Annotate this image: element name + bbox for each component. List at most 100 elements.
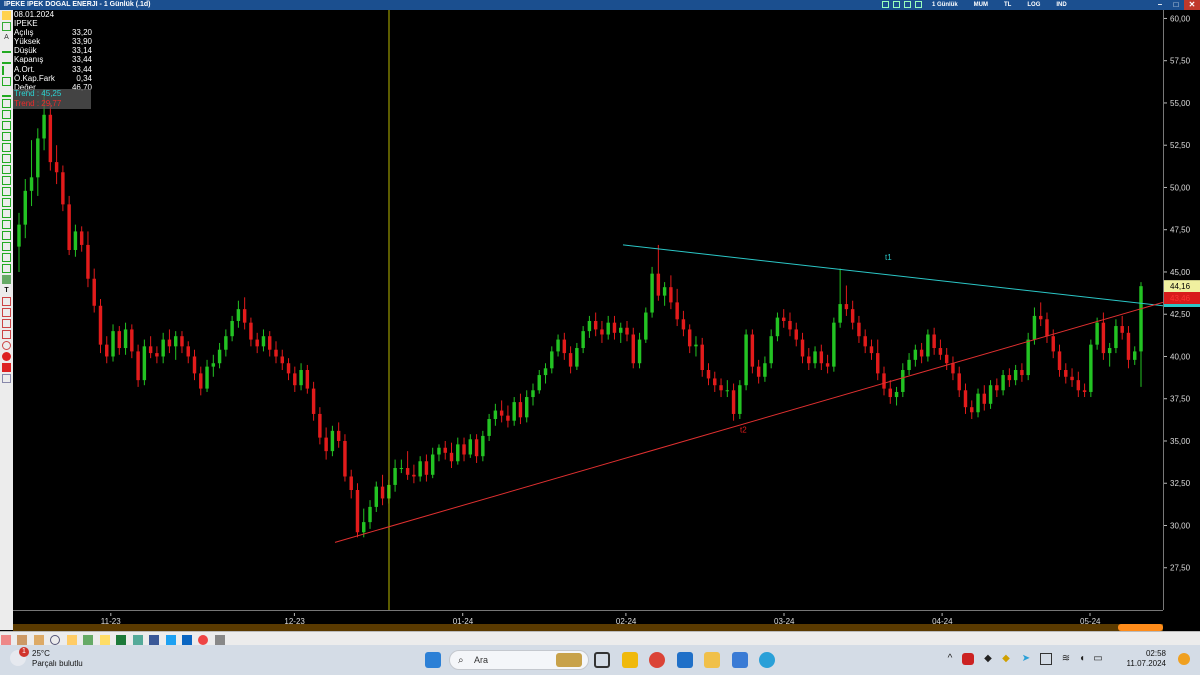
y-tick-label: 30,00 [1170,521,1191,530]
candle-body [1007,375,1012,381]
ray-tool-icon[interactable] [2,88,11,97]
zoom-icon[interactable] [50,635,61,645]
candle-body [575,348,579,367]
currency-button[interactable]: TL [996,0,1019,10]
twitter-icon[interactable] [165,635,176,645]
candlestick-chart[interactable]: t1 t2 [13,10,1163,610]
edit-icon[interactable] [66,635,77,645]
grid-tool-icon[interactable] [2,209,11,218]
regression-tool-icon[interactable] [2,154,11,163]
calculator-icon[interactable] [732,652,748,668]
crosshair-tool-icon[interactable] [2,22,11,31]
copy-icon[interactable] [1,635,11,645]
web-icon[interactable] [198,635,209,645]
text-tool-icon[interactable]: T [2,286,11,295]
fib-fan-tool-icon[interactable] [2,110,11,119]
candle-body [148,346,153,354]
linkedin-icon[interactable] [181,635,192,645]
pitchfork-tool-icon[interactable] [2,143,11,152]
facebook-icon[interactable] [149,635,160,645]
telegram-icon[interactable] [759,652,775,668]
speed-line-tool-icon[interactable] [2,176,11,185]
indicator-button[interactable]: IND [1048,0,1074,10]
candle-body [330,430,335,452]
candle-body [694,344,698,347]
candle-body [1114,326,1118,349]
toolbar-icon-4[interactable] [915,1,922,8]
minimize-button[interactable]: – [1152,0,1168,10]
candle-body [343,440,347,477]
task-view-icon[interactable] [594,652,610,668]
ellipse-tool-icon[interactable] [2,352,11,361]
candle-body [913,349,918,360]
notification-icon[interactable] [1178,653,1190,665]
settings-tool-icon[interactable] [2,374,11,383]
trend-line-tool-icon[interactable] [2,44,11,53]
poly-line-tool-icon[interactable] [2,242,11,251]
fibonacci-tool-icon[interactable] [2,99,11,108]
candle-body [86,244,90,279]
binance-icon[interactable] [622,652,638,668]
toolbar-icon-3[interactable] [904,1,911,8]
time-zone-tool-icon[interactable] [2,198,11,207]
search-box[interactable]: ⌕ Ara [449,650,589,670]
weather-widget[interactable]: 25°C Parçalı bulutlu [32,649,83,669]
gann-tool-icon[interactable] [2,132,11,141]
battery-icon[interactable]: ▭ [1092,653,1104,665]
chrome-icon[interactable] [649,652,665,668]
tray-tool-icon[interactable]: ◆ [982,653,994,665]
toolbar-icon-1[interactable] [882,1,889,8]
pentagon-tool-icon[interactable] [2,330,11,339]
volume-icon[interactable]: ◖ [1076,653,1088,665]
tray-monitor-icon[interactable] [1040,653,1052,665]
compare-icon[interactable] [99,635,110,645]
triangle-tool-icon[interactable] [2,308,11,317]
line-tool-icon[interactable] [2,231,11,240]
file-explorer-icon[interactable] [704,652,720,668]
square-tool-icon[interactable] [2,297,11,306]
horizontal-line-tool-icon[interactable] [2,55,11,64]
play-icon[interactable] [83,635,94,645]
channel-tool-icon[interactable] [2,77,11,86]
cut-icon[interactable] [17,635,28,645]
candle-mode-button[interactable]: MUM [966,0,996,10]
zigzag-tool-icon[interactable] [2,253,11,262]
mail-icon[interactable] [214,635,225,645]
diamond-tool-icon[interactable] [2,319,11,328]
clock[interactable]: 02:58 11.07.2024 [1127,649,1166,669]
trend-line-t1 [622,244,1163,307]
tray-binance-icon[interactable]: ◆ [1000,653,1012,665]
measure-tool-icon[interactable] [2,264,11,273]
log-scale-button[interactable]: LOG [1019,0,1048,10]
info-row: Ö.Kap.Fark 0,34 [14,74,92,83]
grid-icon[interactable] [132,635,143,645]
trend-row-1[interactable]: Trend : 45,25 [13,89,91,99]
candle-body [173,336,178,347]
circle-tool-icon[interactable] [2,341,11,350]
fib-arc-tool-icon[interactable] [2,121,11,130]
scrollbar-thumb[interactable] [1118,624,1163,631]
auto-trend-tool-icon[interactable]: A [2,33,11,42]
tray-app-icon[interactable] [962,653,974,665]
close-button[interactable]: ✕ [1184,0,1200,10]
price-axis[interactable]: 60,00 57,50 55,00 52,50 50,00 47,50 45,00 42,50… [1163,10,1200,610]
period-button[interactable]: 1 Günlük [924,0,966,10]
arrow-tool-icon[interactable] [2,220,11,229]
pointer-tool-icon[interactable] [2,11,11,20]
rectangle-fill-tool-icon[interactable] [2,363,11,372]
toolbar-icon-2[interactable] [893,1,900,8]
chart-scrollbar[interactable] [13,624,1163,631]
mail-app-icon[interactable] [677,652,693,668]
trend-row-2[interactable]: Trend : 29,77 [13,99,91,109]
wifi-icon[interactable]: ≋ [1060,653,1072,665]
windows-start-icon[interactable] [425,652,441,668]
vertical-line-tool-icon[interactable] [2,66,11,75]
paste-icon[interactable] [33,635,44,645]
paint-tool-icon[interactable] [2,275,11,284]
maximize-button[interactable]: □ [1168,0,1184,10]
excel-icon[interactable] [116,635,127,645]
tray-chevron-icon[interactable]: ^ [944,653,956,665]
percent-tool-icon[interactable] [2,187,11,196]
tray-telegram-icon[interactable]: ➤ [1020,653,1032,665]
cycle-tool-icon[interactable] [2,165,11,174]
